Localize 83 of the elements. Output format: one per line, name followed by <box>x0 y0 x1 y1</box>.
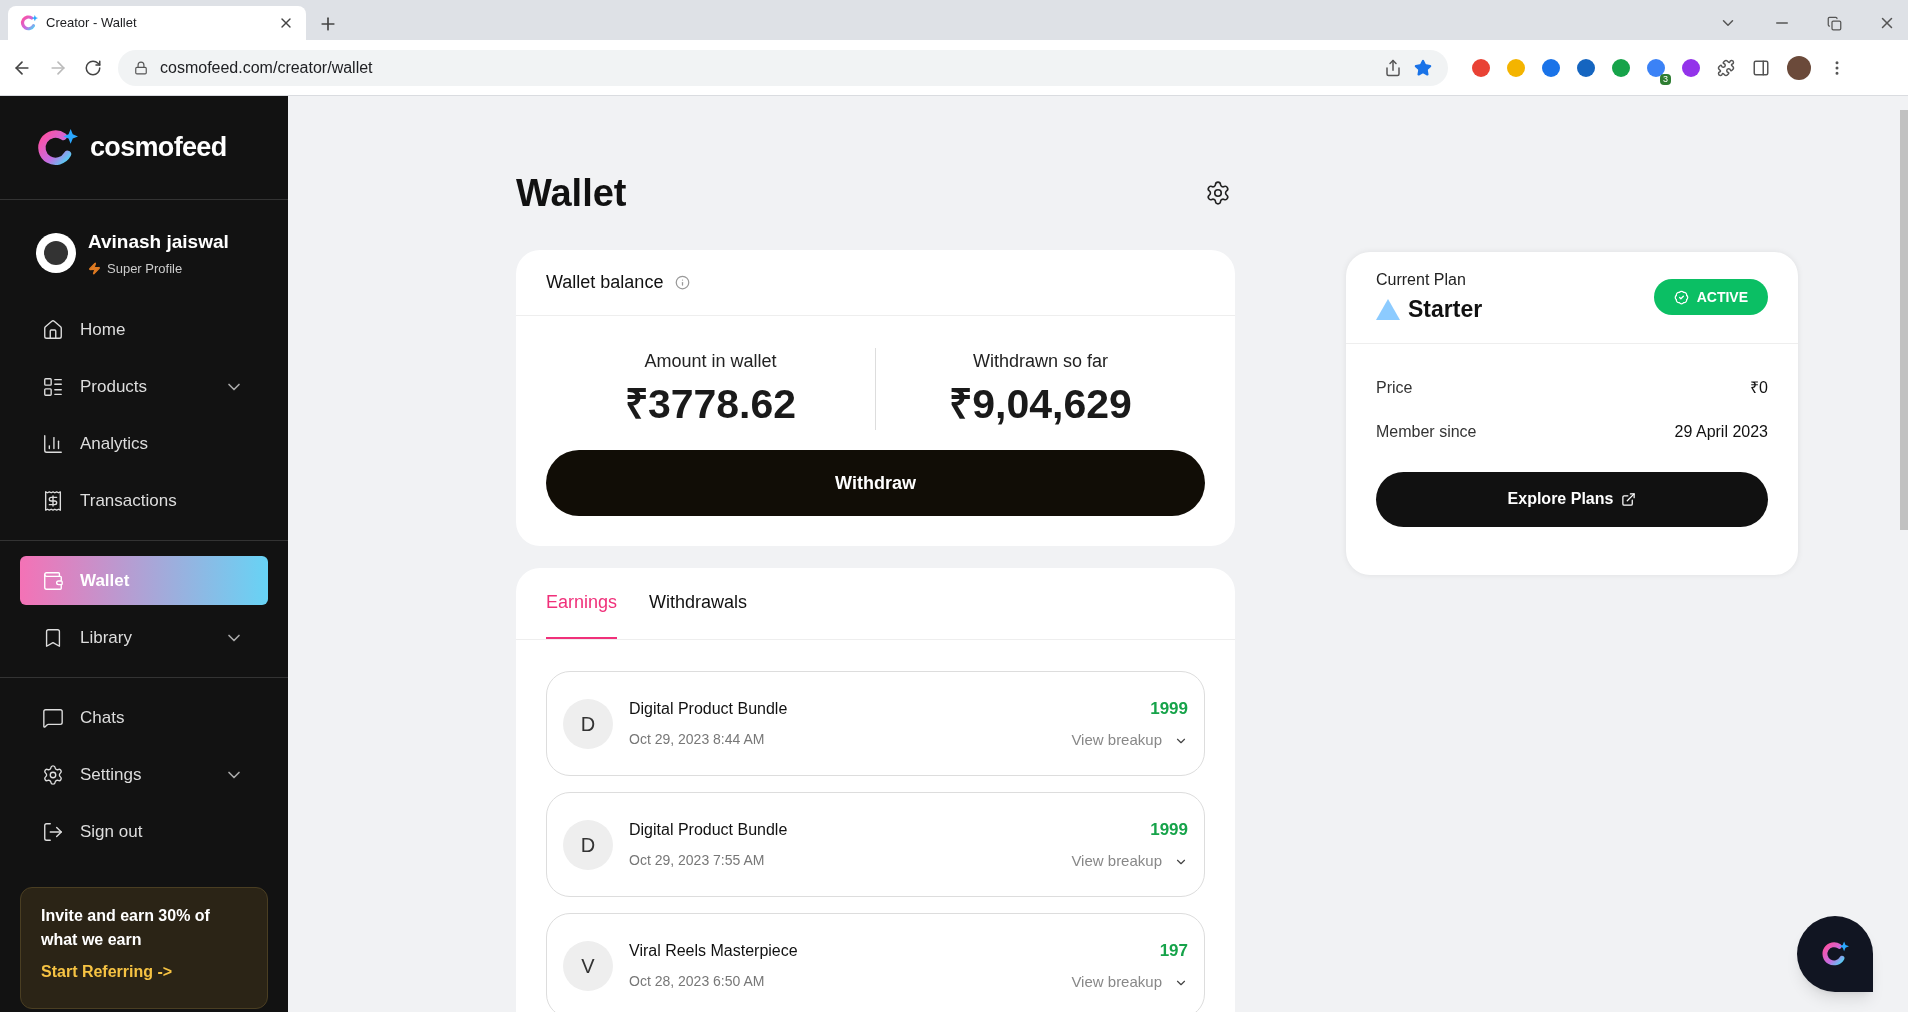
chat-icon <box>42 706 64 729</box>
bubble-logo-icon <box>1821 940 1849 968</box>
nav-item[interactable]: Chats <box>20 693 268 742</box>
nav-item[interactable]: Analytics <box>20 419 268 468</box>
bookmark-star-icon[interactable] <box>1414 58 1432 77</box>
extensions-icon[interactable] <box>1717 58 1735 77</box>
extension-icon[interactable] <box>1647 58 1665 77</box>
view-breakup-link[interactable]: View breakup <box>1071 971 1188 994</box>
extension-icon[interactable] <box>1577 58 1595 77</box>
settings-icon[interactable] <box>1205 180 1231 206</box>
stat-label: Amount in wallet <box>644 350 777 373</box>
share-icon[interactable] <box>1384 58 1402 77</box>
home-icon <box>42 318 64 341</box>
view-breakup-link[interactable]: View breakup <box>1071 729 1188 752</box>
product-title: Digital Product Bundle <box>629 699 789 720</box>
profile-subtitle: Super Profile <box>107 259 183 278</box>
detail-label: Member since <box>1376 421 1477 442</box>
settings-icon <box>42 763 64 786</box>
explore-plans-button[interactable]: Explore Plans <box>1376 471 1768 527</box>
bolt-icon <box>88 261 101 275</box>
earning-date: Oct 29, 2023 7:55 AM <box>629 851 766 871</box>
profile-name: Avinash jaiswal <box>88 230 229 254</box>
earning-amount: 1999 <box>1150 697 1188 720</box>
nav-item[interactable]: Settings <box>20 750 268 799</box>
check-badge-icon <box>1673 289 1689 305</box>
nav-item[interactable]: Products <box>20 362 268 411</box>
wallet-icon <box>42 569 64 592</box>
external-link-icon <box>1621 491 1637 507</box>
tab[interactable]: Earnings <box>546 568 618 640</box>
earning-amount: 197 <box>1159 939 1188 962</box>
receipt-icon <box>42 489 64 512</box>
referral-link[interactable]: Start Referring -> <box>41 960 247 984</box>
initial-avatar: V <box>563 940 613 991</box>
initial-avatar: D <box>563 819 613 870</box>
extension-icon[interactable] <box>1542 58 1560 77</box>
tab[interactable]: Withdrawals <box>649 568 748 640</box>
nav-item[interactable]: Library <box>20 613 268 662</box>
sign-out-icon <box>42 820 64 843</box>
stat-value: ₹9,04,629 <box>949 380 1132 429</box>
plan-caption: Current Plan <box>1376 270 1467 290</box>
product-title: Digital Product Bundle <box>629 820 789 841</box>
card-title: Wallet balance <box>546 271 664 294</box>
reload-icon[interactable] <box>84 58 102 77</box>
list-icon <box>42 375 64 398</box>
detail-value: 29 April 2023 <box>1674 421 1768 442</box>
side-panel-icon[interactable] <box>1752 58 1770 77</box>
triangle-icon <box>1376 298 1400 320</box>
favicon-icon <box>20 14 38 32</box>
earning-date: Oct 28, 2023 6:50 AM <box>629 972 766 992</box>
info-icon[interactable] <box>675 275 691 290</box>
stat-label: Withdrawn so far <box>972 350 1108 373</box>
extension-icon[interactable] <box>1612 58 1630 77</box>
status-badge: ACTIVE <box>1653 279 1768 316</box>
withdraw-button[interactable]: Withdraw <box>546 450 1205 517</box>
earning-amount: 1999 <box>1150 818 1188 841</box>
brand-name: cosmofeed <box>90 131 227 165</box>
bar-chart-icon <box>42 432 64 455</box>
avatar <box>36 233 76 273</box>
browser-tab[interactable]: Creator - Wallet <box>8 6 306 40</box>
profile-avatar[interactable] <box>1787 55 1811 80</box>
earning-row[interactable]: D Digital Product Bundle Oct 29, 2023 8:44 AM 1999 View breakup <box>546 671 1205 777</box>
extension-badge: 3 <box>1660 73 1671 85</box>
product-title: Viral Reels Masterpiece <box>629 941 799 962</box>
extension-icon[interactable] <box>1682 58 1700 77</box>
plan-name: Starter <box>1408 295 1483 324</box>
nav-item[interactable]: Home <box>20 305 268 354</box>
scrollbar[interactable] <box>1900 110 1908 530</box>
invite-text: Invite and earn 30% of what we earn <box>41 906 211 950</box>
nav-item[interactable]: Sign out <box>20 807 268 856</box>
earning-date: Oct 29, 2023 8:44 AM <box>629 730 766 750</box>
detail-value: ₹0 <box>1750 377 1768 398</box>
view-breakup-link[interactable]: View breakup <box>1071 850 1188 873</box>
extension-icon[interactable] <box>1472 58 1490 77</box>
lock-icon <box>134 60 148 75</box>
stat-value: ₹3778.62 <box>624 380 797 429</box>
restore-icon[interactable] <box>1827 15 1842 31</box>
nav-item[interactable]: Transactions <box>20 476 268 525</box>
initial-avatar: D <box>563 698 613 749</box>
address-bar[interactable]: cosmofeed.com/creator/wallet <box>118 49 1448 86</box>
detail-label: Price <box>1376 377 1413 398</box>
earning-row[interactable]: D Digital Product Bundle Oct 29, 2023 7:55 AM 1999 View breakup <box>546 792 1205 898</box>
page-title: Wallet <box>516 174 627 212</box>
chat-bubble-button[interactable] <box>1797 916 1873 992</box>
